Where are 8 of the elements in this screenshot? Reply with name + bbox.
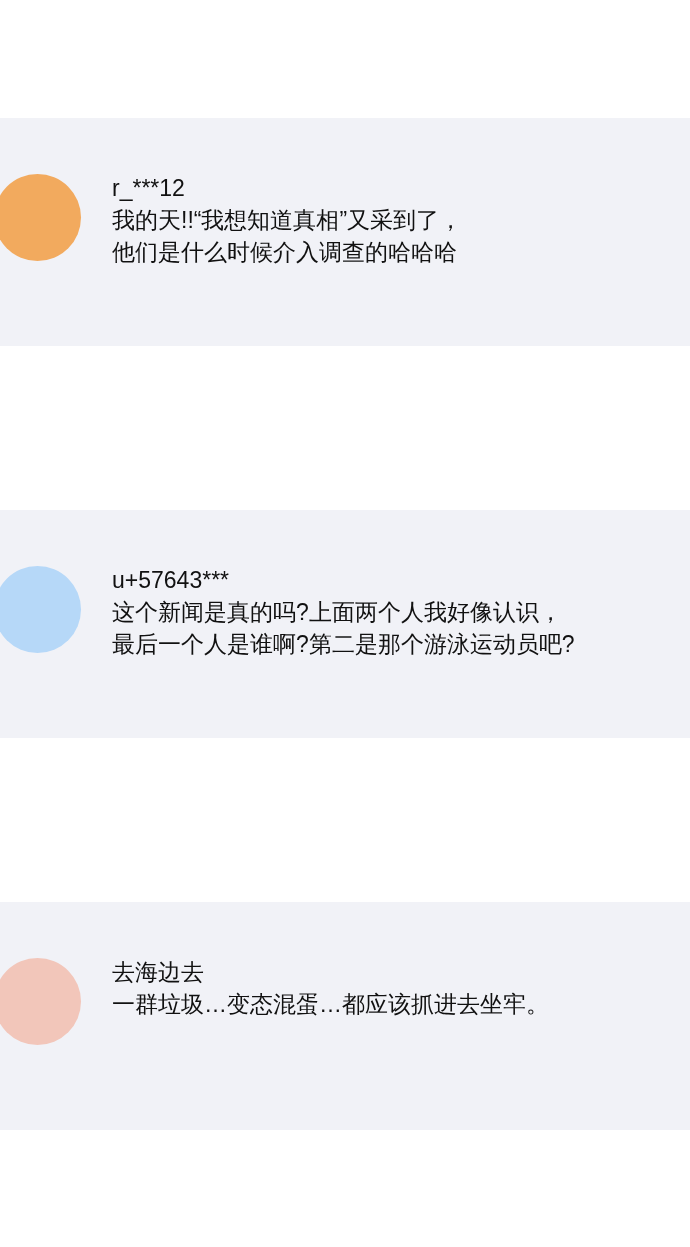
comment-text: 这个新闻是真的吗?上面两个人我好像认识， xyxy=(112,598,563,627)
username: u+57643*** xyxy=(112,566,231,595)
comment-text: 一群垃圾…变态混蛋…都应该抓进去坐牢。 xyxy=(112,990,549,1019)
comment-text: 最后一个人是谁啊?第二是那个游泳运动员吧? xyxy=(112,630,575,659)
username: r_***12 xyxy=(112,174,186,203)
comment-text: 他们是什么时候介入调查的哈哈哈 xyxy=(112,238,458,267)
username: 去海边去 xyxy=(112,958,205,987)
comment-text: 我的天!!“我想知道真相”又采到了， xyxy=(112,206,463,235)
